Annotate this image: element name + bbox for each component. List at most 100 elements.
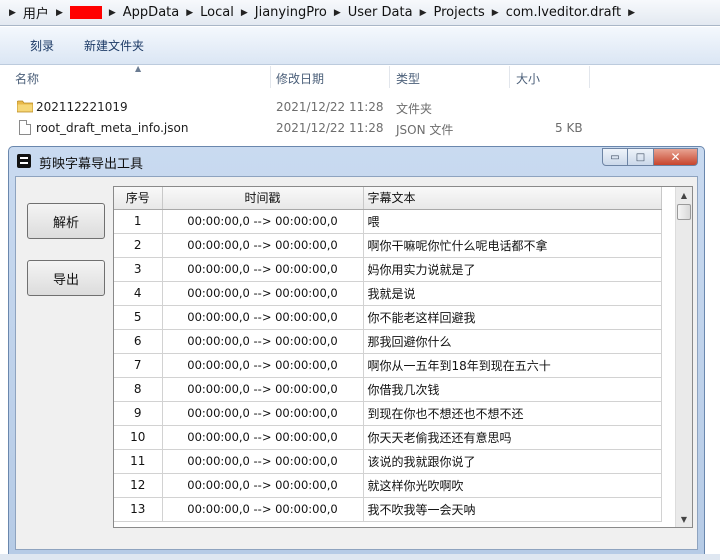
file-name: root_draft_meta_info.json xyxy=(36,121,189,135)
file-name: 202112221019 xyxy=(36,100,128,114)
cell-index[interactable]: 1 xyxy=(114,209,163,234)
export-button[interactable]: 导出 xyxy=(27,260,105,296)
cell-index[interactable]: 6 xyxy=(114,329,163,354)
column-divider[interactable] xyxy=(589,66,590,88)
cell-text[interactable]: 你不能老这样回避我 xyxy=(363,305,662,330)
chevron-right-icon[interactable]: ▶ xyxy=(238,8,251,18)
column-header-type[interactable]: 类型 xyxy=(396,70,420,87)
cell-timestamp[interactable]: 00:00:00,0 --> 00:00:00,0 xyxy=(162,305,364,330)
file-type: 文件夹 xyxy=(396,102,433,116)
chevron-right-icon[interactable]: ▶ xyxy=(6,8,19,18)
file-row[interactable]: root_draft_meta_info.json 2021/12/22 11:… xyxy=(0,118,720,139)
cell-text[interactable]: 我不吹我等一会天呐 xyxy=(363,497,662,522)
chevron-right-icon[interactable]: ▶ xyxy=(625,8,638,18)
table-row[interactable]: 2 00:00:00,0 --> 00:00:00,0 啊你干嘛呢你忙什么呢电话都不… xyxy=(114,233,662,258)
table-row[interactable]: 6 00:00:00,0 --> 00:00:00,0 那我回避你什么 xyxy=(114,329,662,354)
chevron-right-icon[interactable]: ▶ xyxy=(53,8,66,18)
cell-index[interactable]: 3 xyxy=(114,257,163,282)
table-header-row: 序号 时间戳 字幕文本 xyxy=(114,187,662,210)
chevron-right-icon[interactable]: ▶ xyxy=(106,8,119,18)
cell-text[interactable]: 那我回避你什么 xyxy=(363,329,662,354)
column-divider[interactable] xyxy=(389,66,390,88)
cell-text[interactable]: 你借我几次钱 xyxy=(363,377,662,402)
cell-index[interactable]: 12 xyxy=(114,473,163,498)
chevron-right-icon[interactable]: ▶ xyxy=(331,8,344,18)
cell-timestamp[interactable]: 00:00:00,0 --> 00:00:00,0 xyxy=(162,281,364,306)
cell-timestamp[interactable]: 00:00:00,0 --> 00:00:00,0 xyxy=(162,233,364,258)
cell-index[interactable]: 2 xyxy=(114,233,163,258)
breadcrumb-item-user[interactable]: 用户 xyxy=(19,3,53,22)
cell-text[interactable]: 喂 xyxy=(363,209,662,234)
table-row[interactable]: 10 00:00:00,0 --> 00:00:00,0 你天天老偷我还还有意思吗 xyxy=(114,425,662,450)
table-row[interactable]: 4 00:00:00,0 --> 00:00:00,0 我就是说 xyxy=(114,281,662,306)
column-divider[interactable] xyxy=(270,66,271,88)
column-header-name[interactable]: 名称 xyxy=(15,70,39,87)
table-row[interactable]: 13 00:00:00,0 --> 00:00:00,0 我不吹我等一会天呐 xyxy=(114,497,662,522)
cell-text[interactable]: 你天天老偷我还还有意思吗 xyxy=(363,425,662,450)
cell-timestamp[interactable]: 00:00:00,0 --> 00:00:00,0 xyxy=(162,209,364,234)
table-row[interactable]: 1 00:00:00,0 --> 00:00:00,0 喂 xyxy=(114,209,662,234)
table-row[interactable]: 8 00:00:00,0 --> 00:00:00,0 你借我几次钱 xyxy=(114,377,662,402)
maximize-button[interactable]: □ xyxy=(628,148,654,166)
scroll-up-icon[interactable]: ▲ xyxy=(676,187,692,203)
breadcrumb-item-local[interactable]: Local xyxy=(196,5,238,20)
subtitle-export-window: 剪映字幕导出工具 ▭ □ ✕ 解析 导出 序号 时间戳 字幕文本 1 00:00:… xyxy=(8,146,705,556)
cell-index[interactable]: 7 xyxy=(114,353,163,378)
column-divider[interactable] xyxy=(509,66,510,88)
table-row[interactable]: 3 00:00:00,0 --> 00:00:00,0 妈你用实力说就是了 xyxy=(114,257,662,282)
cell-text[interactable]: 到现在你也不想还也不想不还 xyxy=(363,401,662,426)
cell-text[interactable]: 啊你从一五年到18年到现在五六十 xyxy=(363,353,662,378)
cell-index[interactable]: 13 xyxy=(114,497,163,522)
window-client-area: 解析 导出 序号 时间戳 字幕文本 1 00:00:00,0 --> 00:00:… xyxy=(15,176,698,550)
table-row[interactable]: 5 00:00:00,0 --> 00:00:00,0 你不能老这样回避我 xyxy=(114,305,662,330)
address-bar[interactable]: ▶ 用户 ▶ ▶ AppData ▶ Local ▶ JianyingPro ▶… xyxy=(0,0,720,26)
cell-timestamp[interactable]: 00:00:00,0 --> 00:00:00,0 xyxy=(162,449,364,474)
new-folder-button[interactable]: 新建文件夹 xyxy=(84,37,144,54)
table-row[interactable]: 12 00:00:00,0 --> 00:00:00,0 就这样你光吹啊吹 xyxy=(114,473,662,498)
column-header-modified[interactable]: 修改日期 xyxy=(276,70,324,87)
table-row[interactable]: 11 00:00:00,0 --> 00:00:00,0 该说的我就跟你说了 xyxy=(114,449,662,474)
chevron-right-icon[interactable]: ▶ xyxy=(183,8,196,18)
cell-index[interactable]: 10 xyxy=(114,425,163,450)
cell-timestamp[interactable]: 00:00:00,0 --> 00:00:00,0 xyxy=(162,497,364,522)
breadcrumb-item-user-data[interactable]: User Data xyxy=(344,5,417,20)
scroll-down-icon[interactable]: ▼ xyxy=(676,511,692,527)
vertical-scrollbar[interactable]: ▲ ▼ xyxy=(675,187,692,527)
cell-index[interactable]: 8 xyxy=(114,377,163,402)
scroll-thumb[interactable] xyxy=(677,204,691,220)
cell-timestamp[interactable]: 00:00:00,0 --> 00:00:00,0 xyxy=(162,425,364,450)
table-row[interactable]: 9 00:00:00,0 --> 00:00:00,0 到现在你也不想还也不想不还 xyxy=(114,401,662,426)
breadcrumb-item-appdata[interactable]: AppData xyxy=(119,5,183,20)
column-header-text[interactable]: 字幕文本 xyxy=(363,187,662,210)
column-header-size[interactable]: 大小 xyxy=(516,70,540,87)
cell-timestamp[interactable]: 00:00:00,0 --> 00:00:00,0 xyxy=(162,329,364,354)
cell-index[interactable]: 4 xyxy=(114,281,163,306)
burn-button[interactable]: 刻录 xyxy=(30,37,54,54)
cell-timestamp[interactable]: 00:00:00,0 --> 00:00:00,0 xyxy=(162,257,364,282)
table-row[interactable]: 7 00:00:00,0 --> 00:00:00,0 啊你从一五年到18年到现在五… xyxy=(114,353,662,378)
cell-text[interactable]: 该说的我就跟你说了 xyxy=(363,449,662,474)
cell-timestamp[interactable]: 00:00:00,0 --> 00:00:00,0 xyxy=(162,377,364,402)
cell-index[interactable]: 5 xyxy=(114,305,163,330)
cell-timestamp[interactable]: 00:00:00,0 --> 00:00:00,0 xyxy=(162,401,364,426)
cell-index[interactable]: 11 xyxy=(114,449,163,474)
minimize-button[interactable]: ▭ xyxy=(602,148,628,166)
cell-index[interactable]: 9 xyxy=(114,401,163,426)
parse-button[interactable]: 解析 xyxy=(27,203,105,239)
subtitle-grid[interactable]: 序号 时间戳 字幕文本 1 00:00:00,0 --> 00:00:00,0 喂 2… xyxy=(113,186,693,528)
chevron-right-icon[interactable]: ▶ xyxy=(489,8,502,18)
column-header-index[interactable]: 序号 xyxy=(114,187,163,210)
cell-text[interactable]: 我就是说 xyxy=(363,281,662,306)
cell-text[interactable]: 就这样你光吹啊吹 xyxy=(363,473,662,498)
cell-timestamp[interactable]: 00:00:00,0 --> 00:00:00,0 xyxy=(162,353,364,378)
breadcrumb-item-draft[interactable]: com.lveditor.draft xyxy=(502,5,625,20)
breadcrumb-item-jianyingpro[interactable]: JianyingPro xyxy=(251,5,331,20)
file-row[interactable]: 202112221019 2021/12/22 11:28 文件夹 xyxy=(0,97,720,118)
cell-timestamp[interactable]: 00:00:00,0 --> 00:00:00,0 xyxy=(162,473,364,498)
cell-text[interactable]: 妈你用实力说就是了 xyxy=(363,257,662,282)
column-header-timestamp[interactable]: 时间戳 xyxy=(162,187,364,210)
chevron-right-icon[interactable]: ▶ xyxy=(417,8,430,18)
close-button[interactable]: ✕ xyxy=(654,148,698,166)
cell-text[interactable]: 啊你干嘛呢你忙什么呢电话都不拿 xyxy=(363,233,662,258)
breadcrumb-item-projects[interactable]: Projects xyxy=(430,5,489,20)
